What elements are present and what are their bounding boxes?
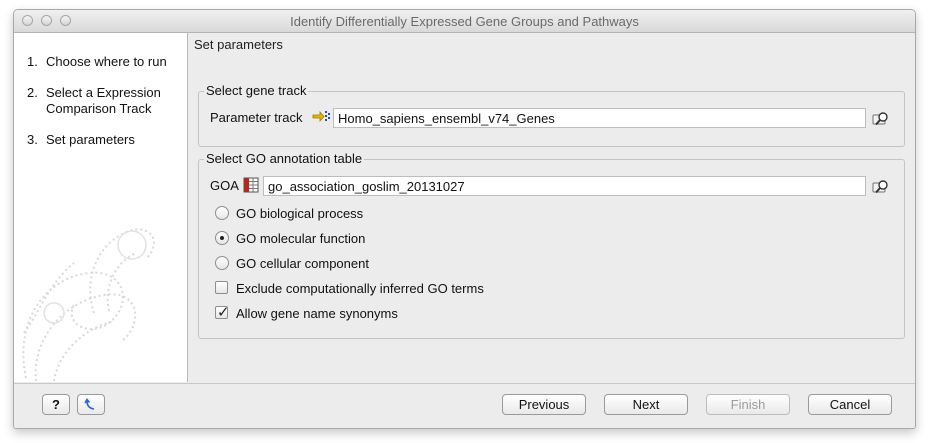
annotation-table-icon [243, 177, 259, 193]
goa-field[interactable]: go_association_goslim_20131027 [263, 176, 866, 196]
radio-button[interactable] [215, 256, 229, 270]
finish-button[interactable]: Finish [706, 394, 790, 415]
go-annotation-group: Select GO annotation table GOA go_associ… [198, 151, 905, 339]
checkmark-icon: ✓ [217, 303, 230, 321]
goa-label: GOA [210, 178, 239, 193]
dialog-window: Identify Differentially Expressed Gene G… [13, 9, 916, 429]
window-title: Identify Differentially Expressed Gene G… [290, 14, 639, 29]
checkbox[interactable] [215, 281, 228, 294]
gene-track-legend: Select gene track [204, 83, 309, 98]
radio-dot-icon [220, 236, 224, 240]
cancel-button[interactable]: Cancel [808, 394, 892, 415]
title-bar: Identify Differentially Expressed Gene G… [14, 10, 915, 33]
binary-swirl-decoration-icon [22, 228, 155, 382]
parameter-track-label: Parameter track [210, 110, 303, 125]
radio-button-selected[interactable] [215, 231, 229, 245]
checkbox-checked[interactable]: ✓ [215, 303, 230, 321]
restore-defaults-button[interactable] [77, 394, 105, 415]
parameter-track-field[interactable]: Homo_sapiens_ensembl_v74_Genes [333, 108, 866, 128]
parameters-panel: Set parameters Select gene track Paramet… [189, 33, 915, 382]
go-annotation-legend: Select GO annotation table [204, 151, 365, 166]
radio-button[interactable] [215, 206, 229, 220]
reset-arrow-icon [84, 398, 95, 410]
gene-track-icon [312, 110, 330, 123]
help-button[interactable]: ? [42, 394, 70, 415]
next-button[interactable]: Next [604, 394, 688, 415]
previous-button[interactable]: Previous [502, 394, 586, 415]
wizard-footer: ? Previous Next Finish Cancel [14, 383, 915, 428]
gene-track-group: Select gene track Parameter track Homo_s… [198, 83, 905, 147]
page-title: Set parameters [194, 37, 283, 52]
browse-gene-track-icon[interactable] [872, 109, 890, 127]
browse-goa-icon[interactable] [872, 177, 890, 195]
wizard-steps-sidebar: 1. Choose where to run 2. Select a Expre… [14, 33, 188, 382]
